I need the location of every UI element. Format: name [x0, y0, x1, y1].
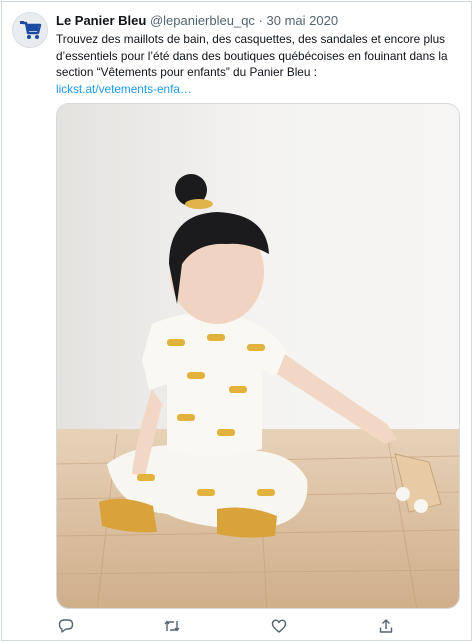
retweet-icon [164, 620, 180, 632]
tweet-card[interactable]: Le Panier Bleu @lepanierbleu_qc · 30 mai… [1, 1, 472, 641]
like-button[interactable] [269, 616, 289, 636]
tweet-link[interactable]: lickst.at/vetements-enfa… [56, 81, 466, 98]
tweet-header: Le Panier Bleu @lepanierbleu_qc · 30 mai… [56, 12, 463, 29]
child-in-pajamas-photo [57, 104, 459, 608]
tweet-photo[interactable] [56, 103, 460, 609]
reply-icon [58, 619, 74, 633]
retweet-button[interactable] [162, 616, 182, 636]
tweet-body: Trouvez des maillots de bain, des casque… [56, 31, 466, 97]
meta-separator: · [258, 13, 263, 28]
tweet-actions [56, 616, 416, 636]
shopping-cart-logo-icon [20, 21, 42, 39]
author-name[interactable]: Le Panier Bleu [56, 13, 146, 28]
tweet-text: Trouvez des maillots de bain, des casque… [56, 32, 448, 79]
tweet-date[interactable]: 30 mai 2020 [267, 13, 339, 28]
heart-icon [271, 619, 287, 633]
reply-button[interactable] [56, 616, 76, 636]
share-icon [379, 619, 393, 633]
author-handle[interactable]: @lepanierbleu_qc [150, 13, 255, 28]
share-button[interactable] [376, 616, 396, 636]
author-avatar[interactable] [12, 12, 48, 48]
